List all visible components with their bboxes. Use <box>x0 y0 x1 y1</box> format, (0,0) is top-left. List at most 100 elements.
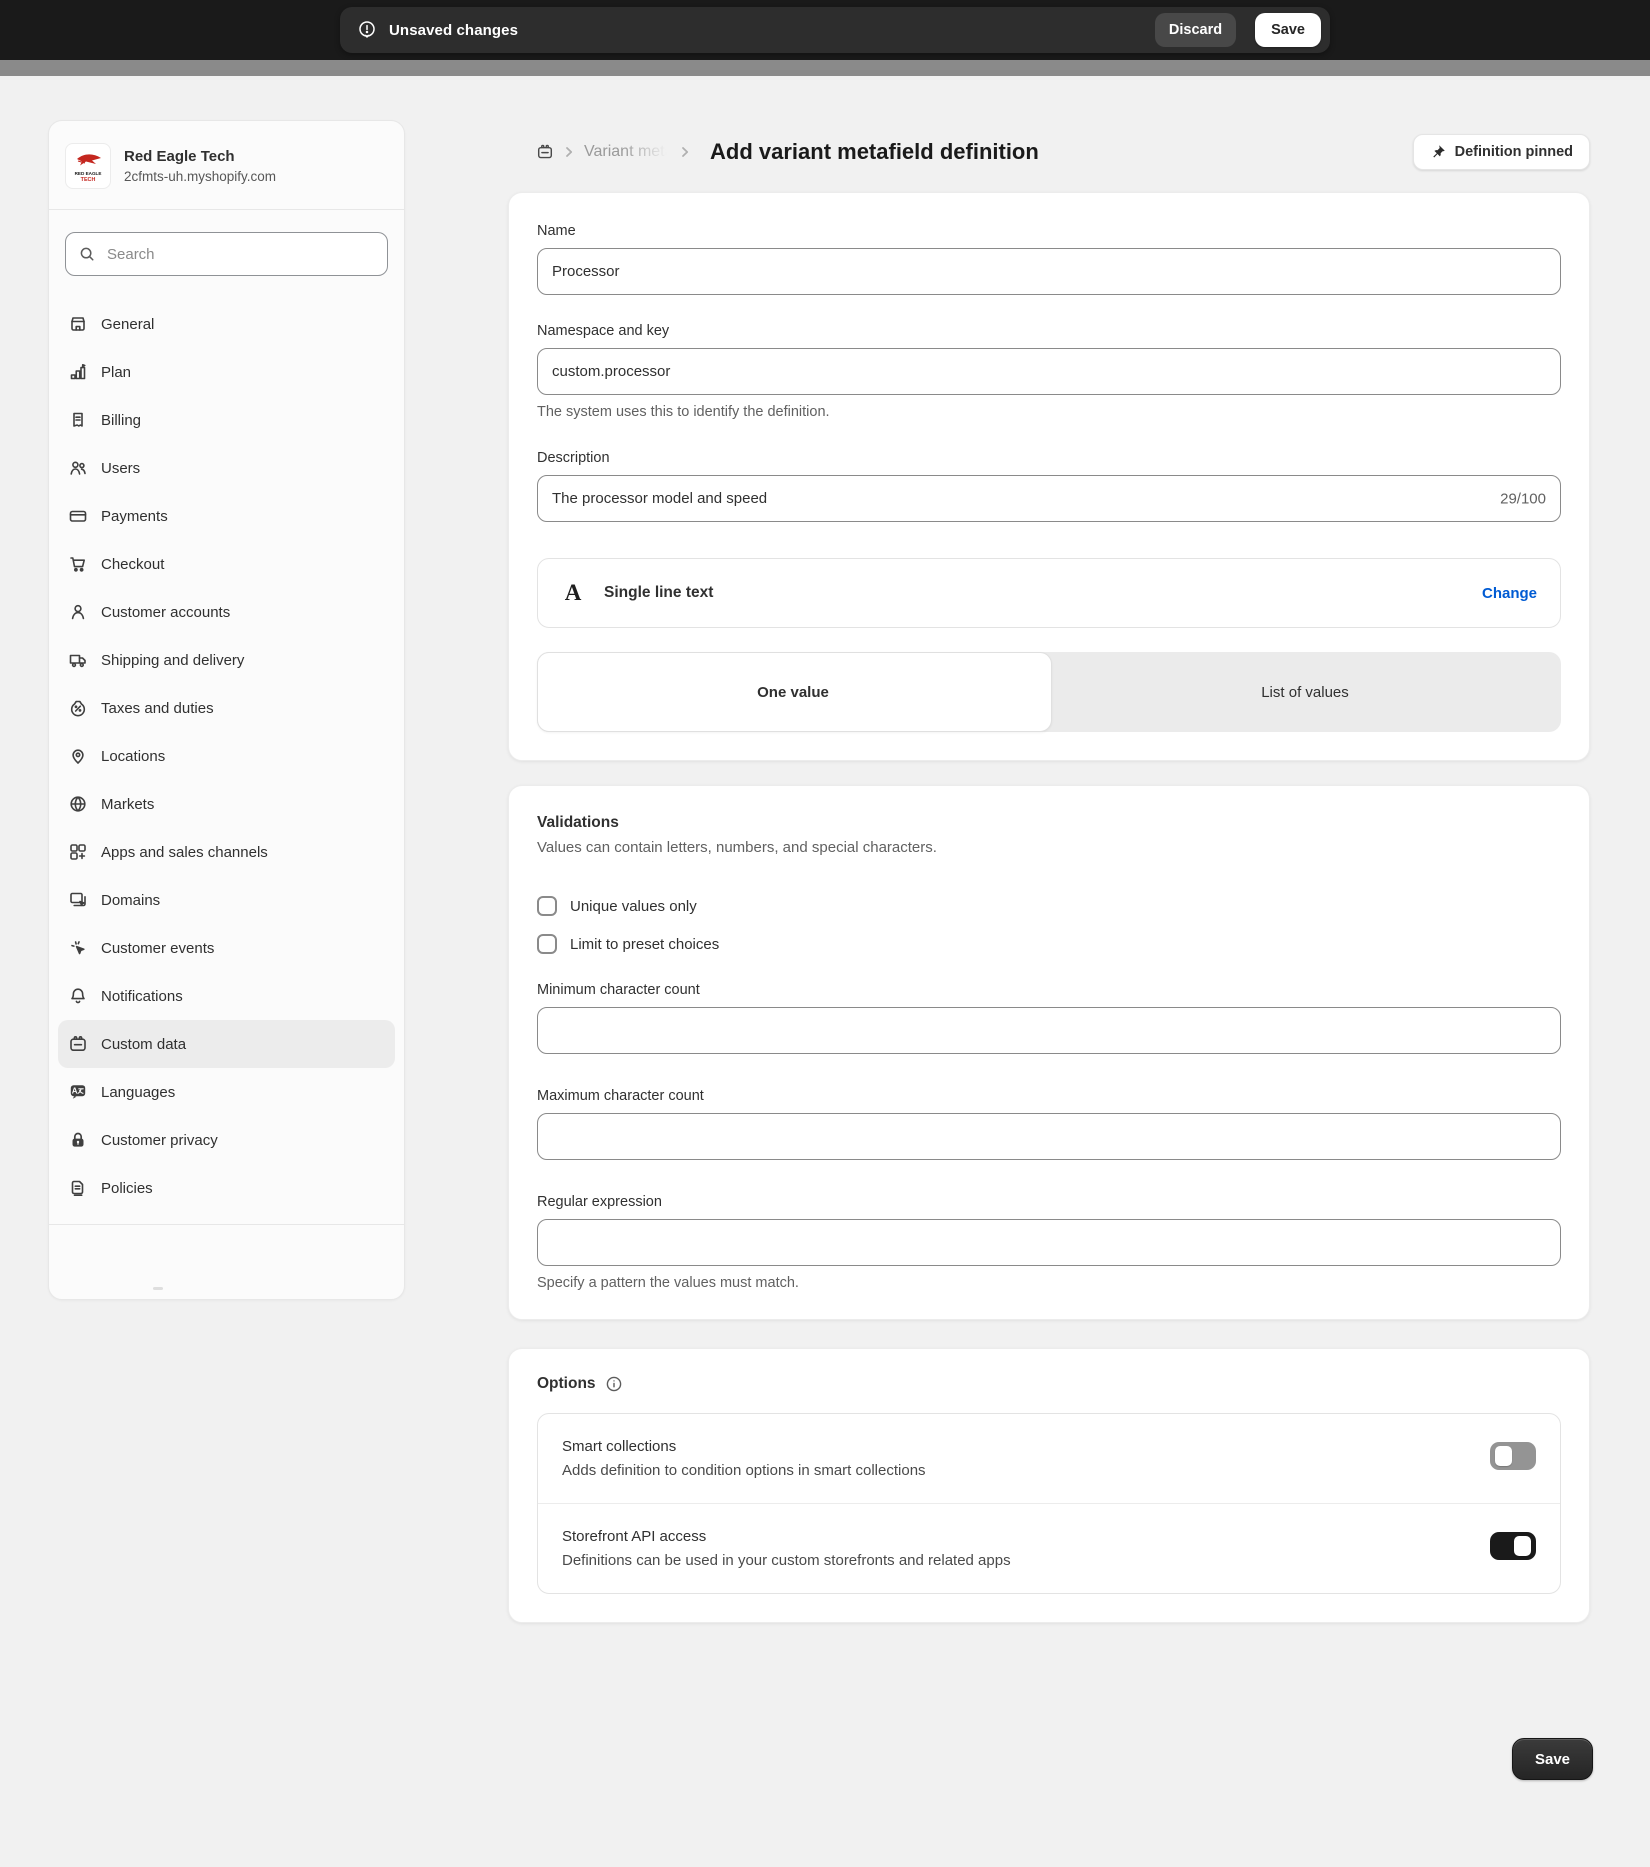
sidebar-item-languages[interactable]: A Languages <box>58 1068 395 1116</box>
save-button-top[interactable]: Save <box>1255 13 1321 47</box>
segment-list-of-values[interactable]: List of values <box>1049 652 1561 732</box>
regex-input[interactable] <box>537 1219 1561 1266</box>
customer-events-icon <box>68 938 88 958</box>
locations-icon <box>68 746 88 766</box>
settings-sidebar: RED EAGLE TECH Red Eagle Tech 2cfmts-uh.… <box>48 120 405 1300</box>
users-icon <box>68 458 88 478</box>
sidebar-search[interactable] <box>65 232 388 276</box>
preset-choices-row: Limit to preset choices <box>537 934 1561 954</box>
segment-one-value[interactable]: One value <box>537 652 1049 732</box>
change-type-link[interactable]: Change <box>1482 585 1537 602</box>
sidebar-item-label: Apps and sales channels <box>101 844 268 861</box>
content-type-row: A Single line text Change <box>537 558 1561 628</box>
store-icon <box>68 314 88 334</box>
customer-accounts-icon <box>68 602 88 622</box>
shipping-icon <box>68 650 88 670</box>
definition-card: Name Namespace and key The system uses t… <box>508 192 1590 761</box>
settings-nav: General PlanBillingUsers Payments Checkout C… <box>58 300 395 1212</box>
sidebar-item-apps-and-sales-channels[interactable]: Apps and sales channels <box>58 828 395 876</box>
sidebar-item-label: Payments <box>101 508 168 525</box>
top-bar: Unsaved changes Discard Save <box>0 0 1650 60</box>
storefront-api-toggle[interactable] <box>1490 1532 1536 1560</box>
svg-text:TECH: TECH <box>81 177 96 183</box>
preset-choices-checkbox[interactable] <box>537 934 557 954</box>
sidebar-item-notifications[interactable]: Notifications <box>58 972 395 1020</box>
unique-values-checkbox[interactable] <box>537 896 557 916</box>
main-content: Variant metafields Add variant metafield… <box>508 132 1590 1623</box>
unique-values-row: Unique values only <box>537 896 1561 916</box>
svg-text:RED EAGLE: RED EAGLE <box>75 171 102 176</box>
validations-subtitle: Values can contain letters, numbers, and… <box>537 839 1561 856</box>
sidebar-item-label: Domains <box>101 892 160 909</box>
billing-icon <box>68 410 88 430</box>
shop-logo: RED EAGLE TECH <box>65 143 111 189</box>
unsaved-changes-bar: Unsaved changes Discard Save <box>340 7 1330 53</box>
notifications-icon <box>68 986 88 1006</box>
topbar-divider-band <box>0 60 1650 76</box>
save-button-footer[interactable]: Save <box>1512 1738 1593 1780</box>
min-count-label: Minimum character count <box>537 982 1561 998</box>
sidebar-item-customer-privacy[interactable]: Customer privacy <box>58 1116 395 1164</box>
breadcrumb-variant-metafields[interactable]: Variant metafields <box>584 143 670 161</box>
sidebar-item-label: Languages <box>101 1084 175 1101</box>
options-title: Options <box>537 1375 596 1393</box>
definition-pinned-button[interactable]: Definition pinned <box>1413 134 1590 170</box>
info-icon[interactable] <box>605 1375 623 1393</box>
sidebar-footer-divider <box>49 1224 404 1225</box>
sidebar-item-label: Shipping and delivery <box>101 652 244 669</box>
regex-helper: Specify a pattern the values must match. <box>537 1275 1561 1291</box>
storefront-api-title: Storefront API access <box>562 1528 1470 1545</box>
max-count-label: Maximum character count <box>537 1088 1561 1104</box>
sidebar-item-label: Customer events <box>101 940 214 957</box>
custom-data-icon <box>536 143 554 161</box>
sidebar-item-label: General <box>101 316 154 333</box>
markets-icon <box>68 794 88 814</box>
sidebar-item-domains[interactable]: Domains <box>58 876 395 924</box>
svg-text:A: A <box>72 1087 78 1096</box>
sidebar-item-custom-data[interactable]: Custom data <box>58 1020 395 1068</box>
sidebar-item-markets[interactable]: Markets <box>58 780 395 828</box>
namespace-helper: The system uses this to identify the def… <box>537 404 1561 420</box>
sidebar-item-payments[interactable]: Payments <box>58 492 395 540</box>
value-mode-segmented-control: One value List of values <box>537 652 1561 732</box>
name-label: Name <box>537 223 1561 239</box>
sidebar-item-label: Taxes and duties <box>101 700 214 717</box>
single-line-text-icon: A <box>561 580 585 606</box>
max-count-input[interactable] <box>537 1113 1561 1160</box>
content-type-label: Single line text <box>604 584 713 602</box>
search-input[interactable] <box>105 245 375 264</box>
description-input[interactable] <box>537 475 1561 522</box>
sidebar-item-shipping-and-delivery[interactable]: Shipping and delivery <box>58 636 395 684</box>
pin-icon <box>1430 144 1446 160</box>
definition-pinned-label: Definition pinned <box>1455 144 1573 160</box>
storefront-api-desc: Definitions can be used in your custom s… <box>562 1552 1470 1569</box>
sidebar-item-policies[interactable]: Policies <box>58 1164 395 1212</box>
discard-button[interactable]: Discard <box>1155 13 1236 47</box>
unique-values-label: Unique values only <box>570 898 697 915</box>
sidebar-item-label: Policies <box>101 1180 153 1197</box>
sidebar-item-label: Notifications <box>101 988 183 1005</box>
validations-title: Validations <box>537 814 1561 832</box>
sidebar-item-general[interactable]: General <box>58 300 395 348</box>
sidebar-item-users[interactable]: Users <box>58 444 395 492</box>
name-input[interactable] <box>537 248 1561 295</box>
sidebar-item-label: Custom data <box>101 1036 186 1053</box>
description-label: Description <box>537 450 1561 466</box>
smart-collections-toggle[interactable] <box>1490 1442 1536 1470</box>
namespace-input[interactable] <box>537 348 1561 395</box>
smart-collections-title: Smart collections <box>562 1438 1470 1455</box>
sidebar-item-checkout[interactable]: Checkout <box>58 540 395 588</box>
custom-data-icon <box>68 1034 88 1054</box>
sidebar-item-customer-events[interactable]: Customer events <box>58 924 395 972</box>
domains-icon <box>68 890 88 910</box>
sidebar-item-label: Customer accounts <box>101 604 230 621</box>
smart-collections-desc: Adds definition to condition options in … <box>562 1462 1470 1479</box>
min-count-input[interactable] <box>537 1007 1561 1054</box>
shop-domain: 2cfmts-uh.myshopify.com <box>124 169 276 184</box>
sidebar-item-locations[interactable]: Locations <box>58 732 395 780</box>
sidebar-item-taxes-and-duties[interactable]: Taxes and duties <box>58 684 395 732</box>
preset-choices-label: Limit to preset choices <box>570 936 719 953</box>
sidebar-item-billing[interactable]: Billing <box>58 396 395 444</box>
sidebar-item-plan[interactable]: Plan <box>58 348 395 396</box>
sidebar-item-customer-accounts[interactable]: Customer accounts <box>58 588 395 636</box>
